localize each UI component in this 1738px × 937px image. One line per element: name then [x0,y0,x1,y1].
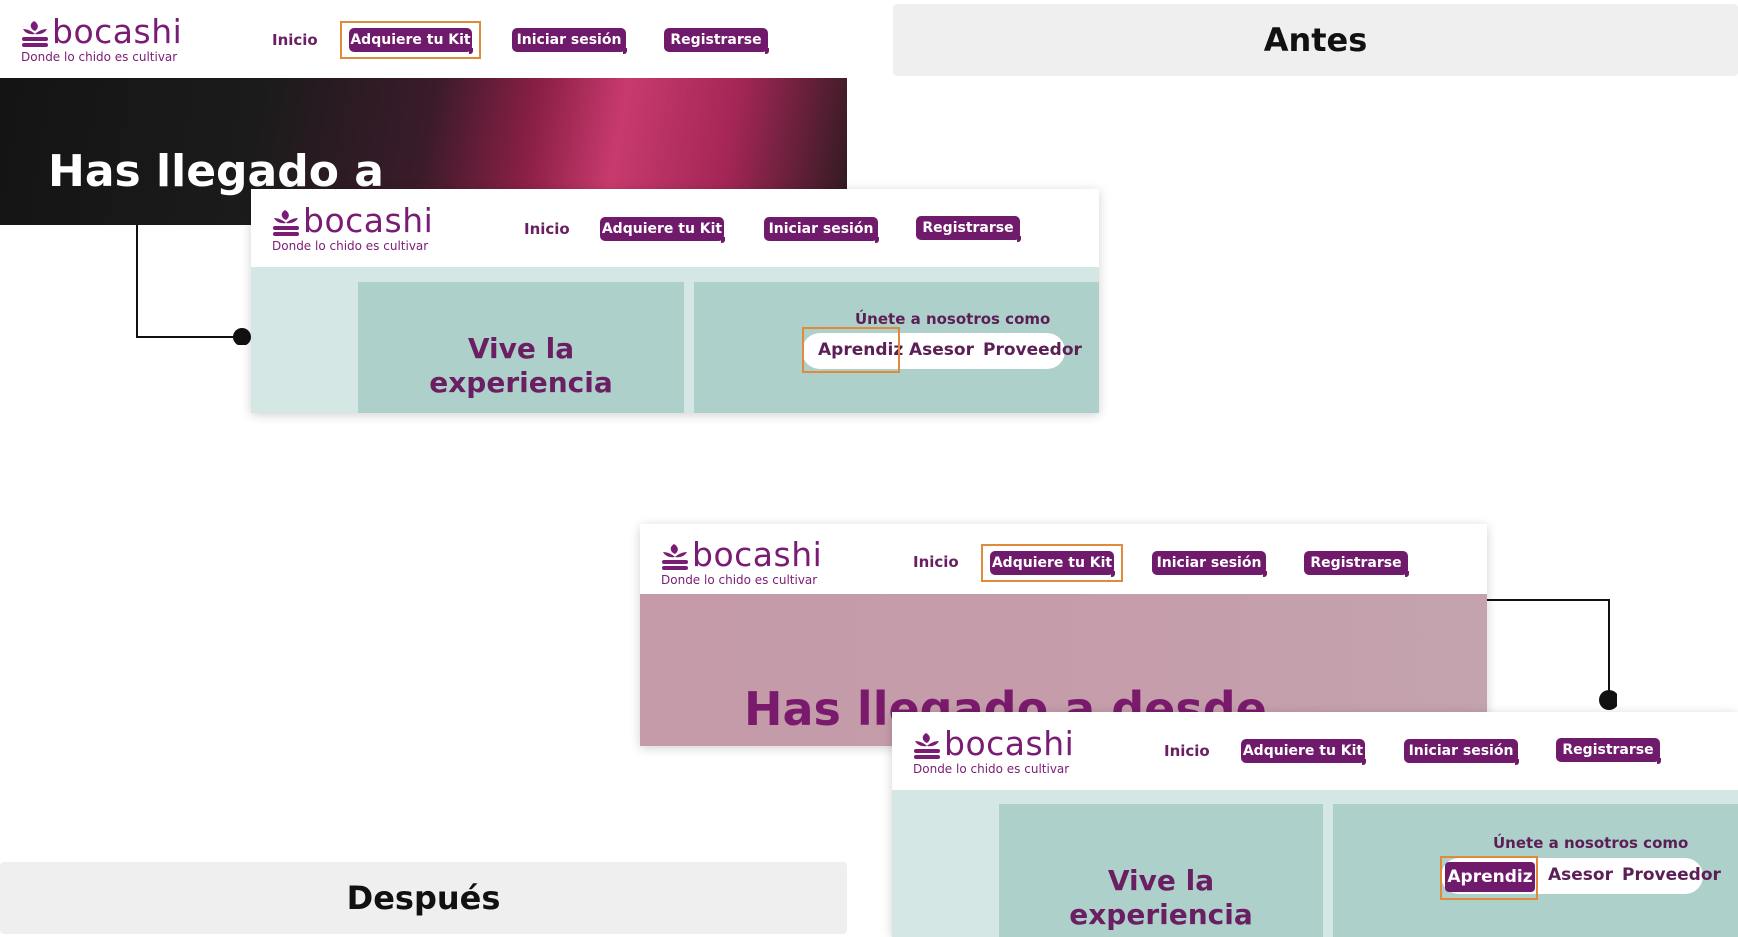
label-before: Antes [893,4,1738,76]
navbar: bocashi Donde lo chido es cultivar Inici… [0,0,847,78]
sprout-icon [22,21,48,47]
role-proveedor[interactable]: Proveedor [1622,865,1721,885]
brand-name: bocashi [303,201,434,240]
brand-tagline: Donde lo chido es cultivar [913,762,1070,776]
brand-logo[interactable]: bocashi Donde lo chido es cultivar [660,535,860,589]
nav-register-button[interactable]: Registrarse [664,28,769,54]
nav-home-link[interactable]: Inicio [1164,742,1210,760]
sprout-icon [914,733,940,759]
nav-login-button[interactable]: Iniciar sesión [764,217,879,243]
nav-kit-button[interactable]: Adquiere tu Kit [349,28,473,54]
nav-register-button[interactable]: Registrarse [916,216,1021,242]
brand-name: bocashi [52,12,183,51]
sprout-icon [662,544,688,570]
nav-register-button[interactable]: Registrarse [1304,551,1409,577]
nav-home-link[interactable]: Inicio [524,220,570,238]
join-prompt: Únete a nosotros como [1493,834,1689,852]
experience-section: Vive la experiencia Únete a nosotros com… [892,790,1738,937]
nav-login-button[interactable]: Iniciar sesión [512,28,627,54]
before-screenshot-roles: bocashi Donde lo chido es cultivar Inici… [251,189,1099,413]
label-after-text: Después [346,879,501,917]
join-panel: Únete a nosotros como Aprendiz Asesor Pr… [694,282,1099,413]
join-panel: Únete a nosotros como Aprendiz Asesor Pr… [1333,804,1738,937]
nav-kit-button[interactable]: Adquiere tu Kit [990,551,1115,577]
role-proveedor[interactable]: Proveedor [983,340,1082,360]
nav-home-link[interactable]: Inicio [272,31,318,49]
label-after: Después [0,862,847,934]
role-asesor[interactable]: Asesor [1548,865,1613,885]
nav-login-button[interactable]: Iniciar sesión [1404,739,1519,765]
brand-tagline: Donde lo chido es cultivar [661,573,818,587]
brand-tagline: Donde lo chido es cultivar [272,239,429,253]
join-prompt: Únete a nosotros como [855,310,1051,328]
connector-before [136,225,251,345]
navbar: bocashi Donde lo chido es cultivar Inici… [251,189,1099,267]
experience-title: Vive la experiencia [429,332,613,399]
after-screenshot-roles: bocashi Donde lo chido es cultivar Inici… [892,712,1738,937]
role-asesor[interactable]: Asesor [909,340,974,360]
connector-after [1485,599,1617,710]
navbar: bocashi Donde lo chido es cultivar Inici… [892,712,1738,790]
brand-tagline: Donde lo chido es cultivar [21,50,178,64]
nav-kit-button[interactable]: Adquiere tu Kit [1241,739,1366,765]
brand-name: bocashi [944,724,1075,763]
nav-home-link[interactable]: Inicio [913,553,959,571]
brand-logo[interactable]: bocashi Donde lo chido es cultivar [271,201,471,255]
navbar: bocashi Donde lo chido es cultivar Inici… [640,524,1487,594]
brand-name: bocashi [692,535,823,574]
experience-title: Vive la experiencia [1069,864,1253,931]
experience-section: Vive la experiencia Únete a nosotros com… [251,267,1099,413]
experience-panel: Vive la experiencia [358,282,684,413]
nav-register-button[interactable]: Registrarse [1556,738,1661,764]
experience-panel: Vive la experiencia [999,804,1323,937]
nav-login-button[interactable]: Iniciar sesión [1152,551,1267,577]
brand-logo[interactable]: bocashi Donde lo chido es cultivar [912,724,1112,778]
label-before-text: Antes [1263,21,1368,59]
highlight-box [1440,856,1538,900]
highlight-box [802,327,900,373]
brand-logo[interactable]: bocashi Donde lo chido es cultivar [20,12,220,66]
nav-kit-button[interactable]: Adquiere tu Kit [600,217,725,243]
sprout-icon [273,210,299,236]
